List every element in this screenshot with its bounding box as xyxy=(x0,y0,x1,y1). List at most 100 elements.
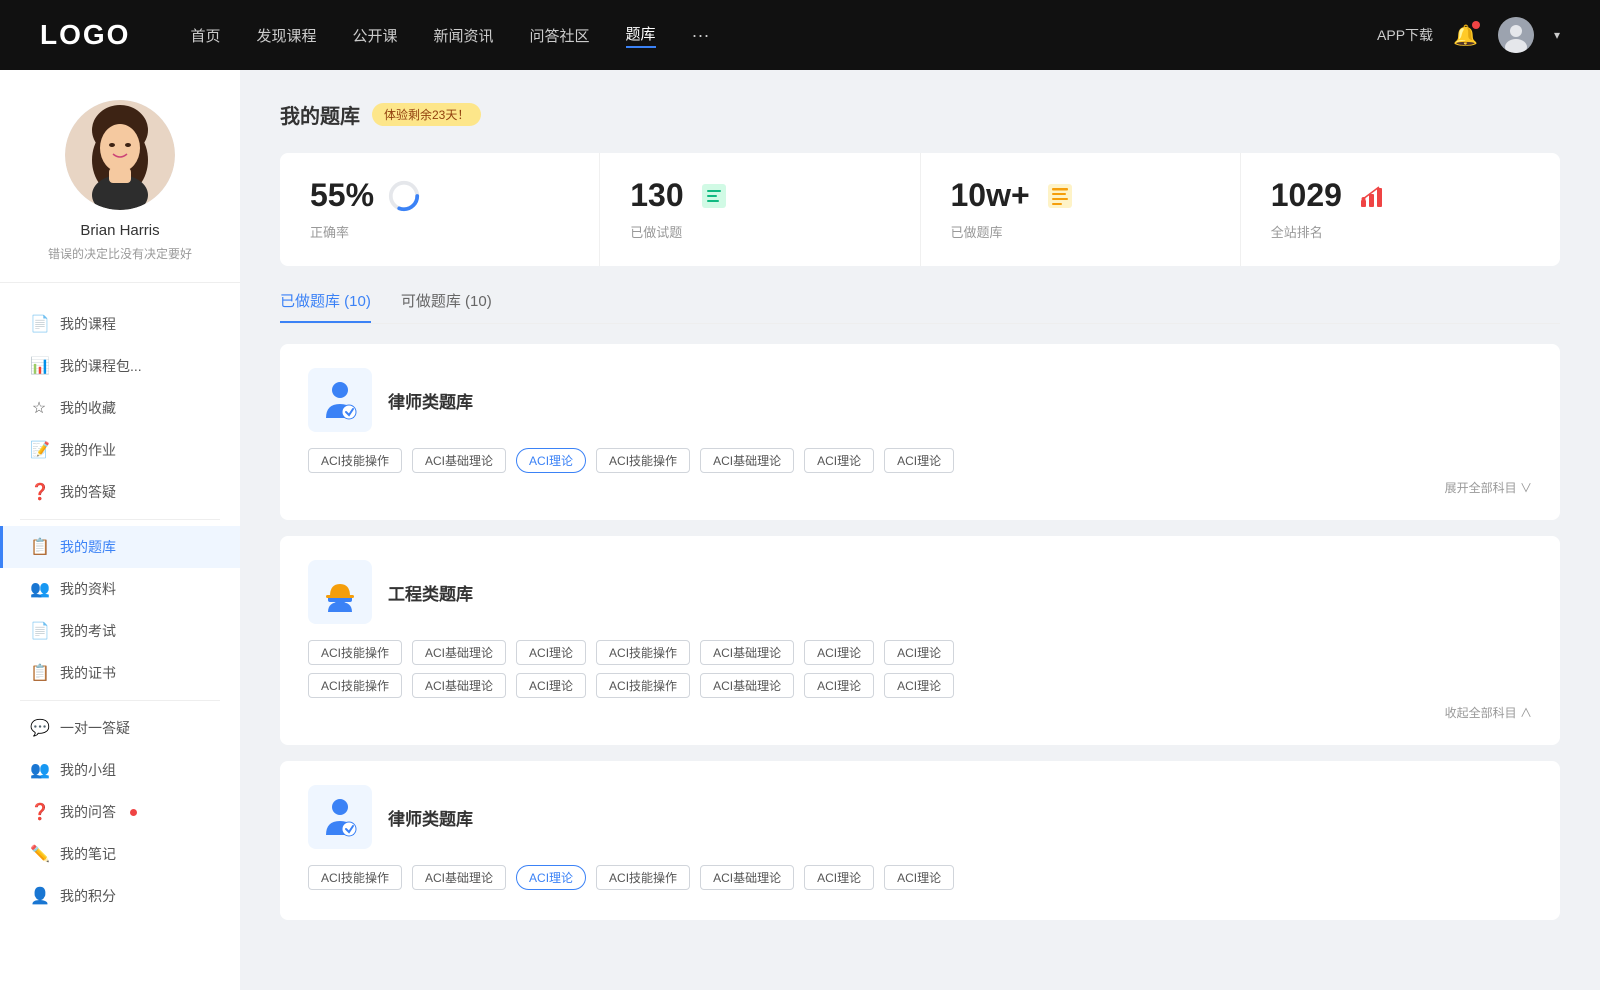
avatar xyxy=(65,100,175,210)
sidebar-item-favorites[interactable]: ☆ 我的收藏 xyxy=(0,387,240,429)
eng-tag-0[interactable]: ACI技能操作 xyxy=(308,640,402,665)
sidebar-item-1on1[interactable]: 💬 一对一答疑 xyxy=(0,707,240,749)
lawyer2-icon xyxy=(308,785,372,849)
law2-tag-1[interactable]: ACI基础理论 xyxy=(412,865,506,890)
sidebar-item-myqa-label: 我的问答 xyxy=(60,802,116,822)
app-download-button[interactable]: APP下载 xyxy=(1377,25,1433,45)
eng-tag2-2[interactable]: ACI理论 xyxy=(516,673,586,698)
law2-tag-4[interactable]: ACI基础理论 xyxy=(700,865,794,890)
course-icon: 📄 xyxy=(30,314,48,334)
law2-tag-2[interactable]: ACI理论 xyxy=(516,865,586,890)
sidebar-item-mybank[interactable]: 📋 我的题库 xyxy=(0,526,240,568)
mybank-icon: 📋 xyxy=(30,537,48,557)
eng-tag-4[interactable]: ACI基础理论 xyxy=(700,640,794,665)
stat-questions: 130 已做试题 xyxy=(600,153,920,266)
bank-title-lawyer-1: 律师类题库 xyxy=(388,388,473,413)
tag-4[interactable]: ACI基础理论 xyxy=(700,448,794,473)
expand-lawyer-1[interactable]: 展开全部科目 ∨ xyxy=(308,479,1532,496)
star-icon: ☆ xyxy=(30,398,48,418)
law2-tag-0[interactable]: ACI技能操作 xyxy=(308,865,402,890)
tag-2[interactable]: ACI理论 xyxy=(516,448,586,473)
eng-tag-6[interactable]: ACI理论 xyxy=(884,640,954,665)
user-avatar[interactable] xyxy=(1498,17,1534,53)
nav-item-discover[interactable]: 发现课程 xyxy=(256,25,316,46)
sidebar-item-exam[interactable]: 📄 我的考试 xyxy=(0,610,240,652)
sidebar-item-group-label: 我的小组 xyxy=(60,760,116,780)
sidebar-item-points[interactable]: 👤 我的积分 xyxy=(0,875,240,917)
qa-icon: ❓ xyxy=(30,482,48,502)
bank-title-engineer: 工程类题库 xyxy=(388,580,473,605)
eng-tag-5[interactable]: ACI理论 xyxy=(804,640,874,665)
sidebar-item-mybank-label: 我的题库 xyxy=(60,537,116,557)
sidebar-item-notes[interactable]: ✏️ 我的笔记 xyxy=(0,833,240,875)
sidebar-item-profile[interactable]: 👥 我的资料 xyxy=(0,568,240,610)
eng-tag2-1[interactable]: ACI基础理论 xyxy=(412,673,506,698)
sidebar-item-homework[interactable]: 📝 我的作业 xyxy=(0,429,240,471)
stat-ranking-value: 1029 xyxy=(1271,177,1342,214)
tag-3[interactable]: ACI技能操作 xyxy=(596,448,690,473)
eng-tag-2[interactable]: ACI理论 xyxy=(516,640,586,665)
notification-dot xyxy=(130,809,137,816)
bank-tags-lawyer-2: ACI技能操作 ACI基础理论 ACI理论 ACI技能操作 ACI基础理论 AC… xyxy=(308,865,1532,890)
stat-accuracy-top: 55% xyxy=(310,177,569,214)
law2-tag-3[interactable]: ACI技能操作 xyxy=(596,865,690,890)
sidebar-item-group[interactable]: 👥 我的小组 xyxy=(0,749,240,791)
eng-tag-3[interactable]: ACI技能操作 xyxy=(596,640,690,665)
sidebar-item-course[interactable]: 📄 我的课程 xyxy=(0,303,240,345)
law2-tag-6[interactable]: ACI理论 xyxy=(884,865,954,890)
cert-icon: 📋 xyxy=(30,663,48,683)
page-title: 我的题库 xyxy=(280,100,360,129)
stat-ranking-label: 全站排名 xyxy=(1271,225,1323,240)
sidebar-item-qa[interactable]: ❓ 我的答疑 xyxy=(0,471,240,513)
nav-item-bank[interactable]: 题库 xyxy=(626,23,656,48)
sidebar-item-exam-label: 我的考试 xyxy=(60,621,116,641)
eng-tag-1[interactable]: ACI基础理论 xyxy=(412,640,506,665)
tag-0[interactable]: ACI技能操作 xyxy=(308,448,402,473)
group-icon: 👥 xyxy=(30,760,48,780)
sidebar-item-myqa[interactable]: ❓ 我的问答 xyxy=(0,791,240,833)
main-content: 我的题库 体验剩余23天！ 55% 正确率 13 xyxy=(240,70,1600,990)
page-header: 我的题库 体验剩余23天！ xyxy=(280,100,1560,129)
banks-book-icon xyxy=(1042,178,1078,214)
profile-name: Brian Harris xyxy=(80,222,159,239)
tab-available[interactable]: 可做题库 (10) xyxy=(401,290,492,323)
stat-accuracy-label: 正确率 xyxy=(310,225,349,240)
stat-accuracy-value: 55% xyxy=(310,177,374,214)
bank-card-engineer: 工程类题库 ACI技能操作 ACI基础理论 ACI理论 ACI技能操作 ACI基… xyxy=(280,536,1560,745)
sidebar-item-favorites-label: 我的收藏 xyxy=(60,398,116,418)
eng-tag2-3[interactable]: ACI技能操作 xyxy=(596,673,690,698)
bank-card-lawyer-2: 律师类题库 ACI技能操作 ACI基础理论 ACI理论 ACI技能操作 ACI基… xyxy=(280,761,1560,920)
bank-tags-engineer-row1: ACI技能操作 ACI基础理论 ACI理论 ACI技能操作 ACI基础理论 AC… xyxy=(308,640,1532,665)
sidebar-item-notes-label: 我的笔记 xyxy=(60,844,116,864)
tab-done[interactable]: 已做题库 (10) xyxy=(280,290,371,323)
sidebar-menu: 📄 我的课程 📊 我的课程包... ☆ 我的收藏 📝 我的作业 ❓ 我的答疑 � xyxy=(0,293,240,927)
collapse-engineer[interactable]: 收起全部科目 ∧ xyxy=(308,704,1532,721)
sidebar: Brian Harris 错误的决定比没有决定要好 📄 我的课程 📊 我的课程包… xyxy=(0,70,240,990)
bank-tags-lawyer-1: ACI技能操作 ACI基础理论 ACI理论 ACI技能操作 ACI基础理论 AC… xyxy=(308,448,1532,473)
ranking-bar-icon xyxy=(1354,178,1390,214)
nav-item-news[interactable]: 新闻资讯 xyxy=(434,25,494,46)
sidebar-item-course-pack[interactable]: 📊 我的课程包... xyxy=(0,345,240,387)
stat-banks-top: 10w+ xyxy=(951,177,1210,214)
nav-item-qa[interactable]: 问答社区 xyxy=(530,25,590,46)
nav-more-icon[interactable]: ··· xyxy=(692,25,710,46)
engineer-icon xyxy=(308,560,372,624)
eng-tag2-0[interactable]: ACI技能操作 xyxy=(308,673,402,698)
notification-bell[interactable]: 🔔 xyxy=(1453,23,1478,48)
bank-card-engineer-header: 工程类题库 xyxy=(308,560,1532,624)
nav-item-open[interactable]: 公开课 xyxy=(352,25,397,46)
sidebar-item-cert[interactable]: 📋 我的证书 xyxy=(0,652,240,694)
tag-1[interactable]: ACI基础理论 xyxy=(412,448,506,473)
eng-tag2-5[interactable]: ACI理论 xyxy=(804,673,874,698)
bank-title-lawyer-2: 律师类题库 xyxy=(388,805,473,830)
law2-tag-5[interactable]: ACI理论 xyxy=(804,865,874,890)
nav-chevron-icon[interactable]: ▾ xyxy=(1554,28,1560,42)
sidebar-divider-1 xyxy=(20,519,220,520)
tag-5[interactable]: ACI理论 xyxy=(804,448,874,473)
eng-tag2-6[interactable]: ACI理论 xyxy=(884,673,954,698)
sidebar-item-profile-label: 我的资料 xyxy=(60,579,116,599)
notes-icon: ✏️ xyxy=(30,844,48,864)
tag-6[interactable]: ACI理论 xyxy=(884,448,954,473)
nav-item-home[interactable]: 首页 xyxy=(190,25,220,46)
eng-tag2-4[interactable]: ACI基础理论 xyxy=(700,673,794,698)
